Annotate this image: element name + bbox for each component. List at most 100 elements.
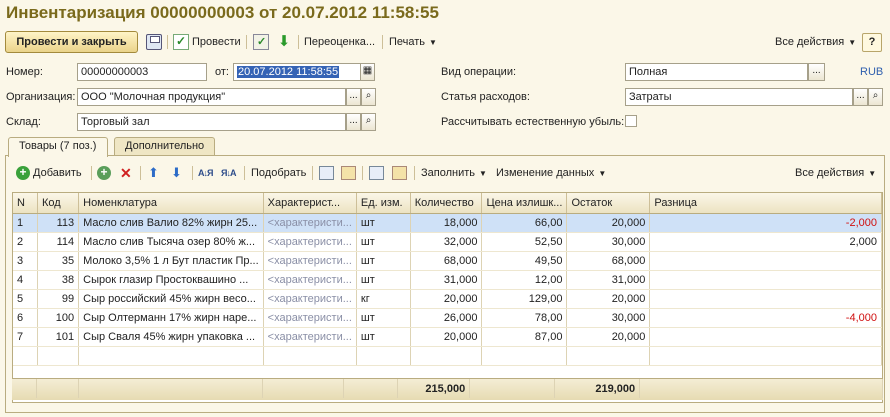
- column-header-n[interactable]: N: [13, 193, 38, 214]
- report-button[interactable]: [253, 33, 269, 51]
- cell-rest[interactable]: 31,000: [566, 270, 651, 290]
- natural-loss-checkbox[interactable]: [625, 115, 637, 127]
- table-row[interactable]: 1 113 Масло слив Валио 82% жирн 25... <хара…: [13, 213, 882, 233]
- table-all-actions-menu[interactable]: Все действия ▼: [795, 164, 876, 182]
- cell-n[interactable]: 7: [13, 327, 38, 347]
- cell-price[interactable]: 66,00: [481, 213, 568, 233]
- cell-difference[interactable]: [649, 270, 882, 290]
- cell-n[interactable]: 5: [13, 289, 38, 309]
- cell-rest[interactable]: 30,000: [566, 232, 651, 252]
- cell-characteristic[interactable]: <характеристи...: [263, 308, 357, 328]
- tab-additional[interactable]: Дополнительно: [114, 137, 215, 156]
- move-down-button[interactable]: ⬇: [171, 164, 182, 182]
- cell-nomenclature[interactable]: Сыр российский 45% жирн весо...: [78, 289, 264, 309]
- cell-difference[interactable]: [649, 327, 882, 347]
- number-field[interactable]: 00000000003: [77, 63, 207, 81]
- cell-difference[interactable]: -2,000: [649, 213, 882, 233]
- copy-row-button[interactable]: +: [97, 164, 114, 182]
- cell-rest[interactable]: 20,000: [566, 213, 651, 233]
- cell-characteristic[interactable]: <характеристи...: [263, 270, 357, 290]
- cell-price[interactable]: 78,00: [481, 308, 568, 328]
- cell-rest[interactable]: 20,000: [566, 289, 651, 309]
- cell-price[interactable]: 12,00: [481, 270, 568, 290]
- help-button[interactable]: ?: [862, 33, 882, 52]
- operation-type-choose-button[interactable]: ...: [808, 63, 825, 81]
- expense-choose-button[interactable]: ...: [853, 88, 868, 106]
- cell-characteristic[interactable]: <характеристи...: [263, 232, 357, 252]
- sort-asc-button[interactable]: A↓Я: [198, 164, 214, 182]
- cell-code[interactable]: 113: [37, 213, 80, 233]
- cell-quantity[interactable]: 31,000: [410, 270, 483, 290]
- organization-choose-button[interactable]: ...: [346, 88, 361, 106]
- expense-open-button[interactable]: ⌕: [868, 88, 883, 106]
- tab-goods[interactable]: Товары (7 поз.): [8, 137, 108, 157]
- cell-difference[interactable]: [649, 289, 882, 309]
- cell-unit[interactable]: шт: [356, 270, 411, 290]
- cell-difference[interactable]: -4,000: [649, 308, 882, 328]
- cell-unit[interactable]: шт: [356, 232, 411, 252]
- column-header-price[interactable]: Цена излишк...: [481, 193, 568, 214]
- column-header-unit[interactable]: Ед. изм.: [356, 193, 411, 214]
- warehouse-open-button[interactable]: ⌕: [361, 113, 376, 131]
- cell-unit[interactable]: шт: [356, 251, 411, 271]
- cell-code[interactable]: 101: [37, 327, 80, 347]
- cell-characteristic[interactable]: <характеристи...: [263, 251, 357, 271]
- cell-n[interactable]: 1: [13, 213, 38, 233]
- cell-price[interactable]: 129,00: [481, 289, 568, 309]
- cell-rest[interactable]: 68,000: [566, 251, 651, 271]
- goods-table[interactable]: N Код Номенклатура Характерист... Ед. из…: [12, 192, 883, 403]
- cell-rest[interactable]: 30,000: [566, 308, 651, 328]
- post-button[interactable]: Провести: [173, 33, 241, 51]
- download-button[interactable]: ⬇: [276, 33, 292, 51]
- column-header-characteristic[interactable]: Характерист...: [263, 193, 357, 214]
- cell-characteristic[interactable]: <характеристи...: [263, 213, 357, 233]
- cell-quantity[interactable]: 26,000: [410, 308, 483, 328]
- sort-desc-button[interactable]: Я↓А: [221, 164, 237, 182]
- cell-difference[interactable]: [649, 251, 882, 271]
- cell-code[interactable]: 35: [37, 251, 80, 271]
- cell-quantity[interactable]: 68,000: [410, 251, 483, 271]
- cell-n[interactable]: 6: [13, 308, 38, 328]
- cell-unit[interactable]: шт: [356, 213, 411, 233]
- cell-quantity[interactable]: 32,000: [410, 232, 483, 252]
- table-row[interactable]: 7 101 Сыр Сваля 45% жирн упаковка ... <хара…: [13, 327, 882, 347]
- cell-nomenclature[interactable]: Молоко 3,5% 1 л Бут пластик Пр...: [78, 251, 264, 271]
- paste-rows-button[interactable]: [392, 164, 407, 182]
- organization-field[interactable]: ООО "Молочная продукция": [77, 88, 346, 106]
- cell-n[interactable]: 2: [13, 232, 38, 252]
- print-menu[interactable]: Печать ▼: [389, 33, 437, 51]
- post-and-close-button[interactable]: Провести и закрыть: [5, 31, 138, 53]
- table-row[interactable]: 6 100 Сыр Олтерманн 17% жирн наре... <харак…: [13, 308, 882, 328]
- cell-code[interactable]: 114: [37, 232, 80, 252]
- cell-nomenclature[interactable]: Сыр Олтерманн 17% жирн наре...: [78, 308, 264, 328]
- cell-rest[interactable]: 20,000: [566, 327, 651, 347]
- copy-button[interactable]: [319, 164, 334, 182]
- all-actions-menu[interactable]: Все действия ▼: [775, 33, 856, 51]
- cell-nomenclature[interactable]: Масло слив Валио 82% жирн 25...: [78, 213, 264, 233]
- currency-link[interactable]: RUB: [860, 66, 883, 78]
- table-row[interactable]: 4 38 Сырок глазир Простоквашино ... <характ…: [13, 270, 882, 290]
- cell-quantity[interactable]: 20,000: [410, 289, 483, 309]
- revalue-button[interactable]: Переоценка...: [304, 33, 375, 51]
- change-data-menu[interactable]: Изменение данных ▼: [496, 164, 606, 182]
- add-row-button[interactable]: + Добавить: [16, 164, 82, 182]
- warehouse-field[interactable]: Торговый зал: [77, 113, 346, 131]
- paste-button[interactable]: [341, 164, 356, 182]
- cell-unit[interactable]: шт: [356, 308, 411, 328]
- table-row[interactable]: 2 114 Масло слив Тысяча озер 80% ж... <хара…: [13, 232, 882, 252]
- move-up-button[interactable]: ⬆: [148, 164, 159, 182]
- cell-n[interactable]: 3: [13, 251, 38, 271]
- cell-code[interactable]: 99: [37, 289, 80, 309]
- pick-button[interactable]: Подобрать: [251, 164, 306, 182]
- table-row[interactable]: 3 35 Молоко 3,5% 1 л Бут пластик Пр... <хар…: [13, 251, 882, 271]
- column-header-rest[interactable]: Остаток: [566, 193, 651, 214]
- cell-n[interactable]: 4: [13, 270, 38, 290]
- cell-nomenclature[interactable]: Сырок глазир Простоквашино ...: [78, 270, 264, 290]
- table-row[interactable]: 5 99 Сыр российский 45% жирн весо... <харак…: [13, 289, 882, 309]
- cell-code[interactable]: 100: [37, 308, 80, 328]
- cell-price[interactable]: 87,00: [481, 327, 568, 347]
- cell-code[interactable]: 38: [37, 270, 80, 290]
- cell-unit[interactable]: шт: [356, 327, 411, 347]
- warehouse-choose-button[interactable]: ...: [346, 113, 361, 131]
- fill-menu[interactable]: Заполнить ▼: [421, 164, 487, 182]
